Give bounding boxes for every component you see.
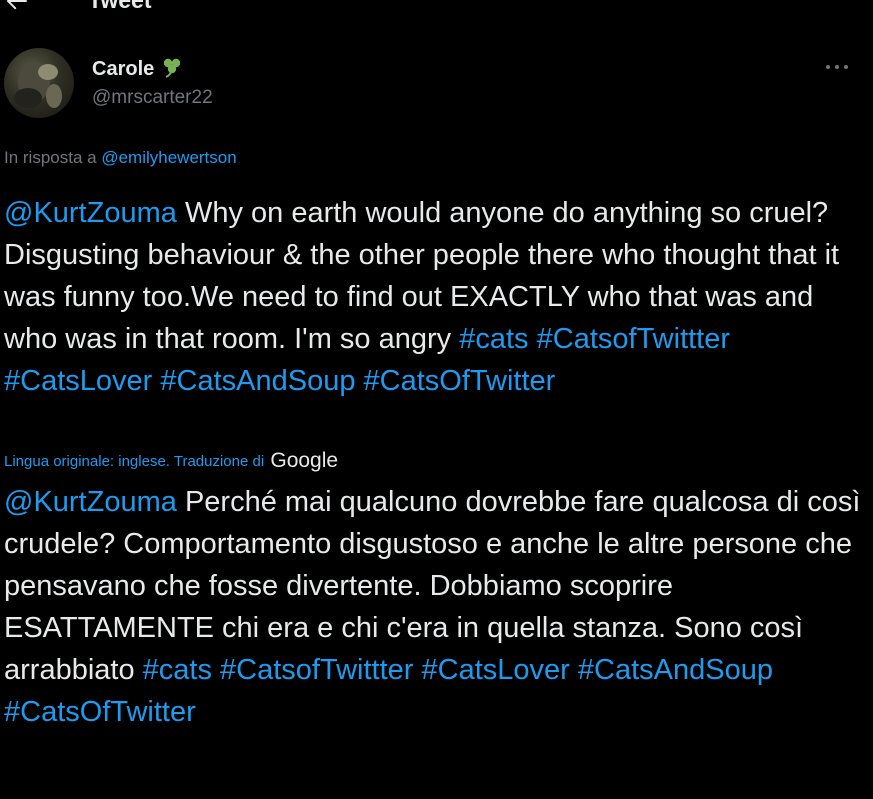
reply-prefix: In risposta a — [4, 148, 102, 167]
hashtag-link[interactable]: #CatsOfTwitter — [4, 696, 196, 728]
translation-label[interactable]: Lingua originale: inglese. Traduzione di — [4, 453, 264, 470]
hashtag-link[interactable]: #CatsofTwittter — [537, 323, 730, 355]
mention-link[interactable]: @KurtZouma — [4, 486, 177, 518]
hashtag-link[interactable]: #CatsAndSoup — [578, 654, 773, 686]
hashtag-link[interactable]: #cats — [143, 654, 212, 686]
reply-context: In risposta a @emilyhewertson — [4, 148, 237, 168]
hashtag-link[interactable]: #CatsLover — [4, 365, 152, 397]
tweet-translated-text: @KurtZouma Perché mai qualcuno dovrebbe … — [4, 481, 870, 733]
page-title: Tweet — [88, 0, 152, 13]
hashtag-link[interactable]: #CatsLover — [422, 654, 570, 686]
avatar-photo — [14, 62, 62, 108]
tweet-original-text: @KurtZouma Why on earth would anyone do … — [4, 192, 870, 402]
display-name[interactable]: Carole — [92, 56, 184, 81]
hashtag-link[interactable]: #cats — [459, 323, 528, 355]
arrow-left-icon[interactable] — [6, 0, 28, 10]
more-dots-icon[interactable] — [822, 52, 852, 82]
google-logo: Google — [270, 449, 339, 472]
avatar[interactable] — [4, 48, 74, 118]
hashtag-link[interactable]: #CatsofTwittter — [220, 654, 413, 686]
translation-attribution: Lingua originale: inglese. Traduzione di… — [4, 449, 338, 473]
top-bar: Tweet — [0, 0, 873, 22]
hashtag-link[interactable]: #CatsAndSoup — [160, 365, 355, 397]
display-name-text: Carole — [92, 58, 155, 80]
tweet-header: Carole @mrscarter22 — [0, 42, 873, 122]
shamrock-icon — [164, 58, 181, 78]
user-handle[interactable]: @mrscarter22 — [92, 87, 213, 109]
hashtag-link[interactable]: #CatsOfTwitter — [364, 365, 556, 397]
reply-mention-link[interactable]: @emilyhewertson — [101, 148, 236, 167]
mention-link[interactable]: @KurtZouma — [4, 197, 177, 229]
